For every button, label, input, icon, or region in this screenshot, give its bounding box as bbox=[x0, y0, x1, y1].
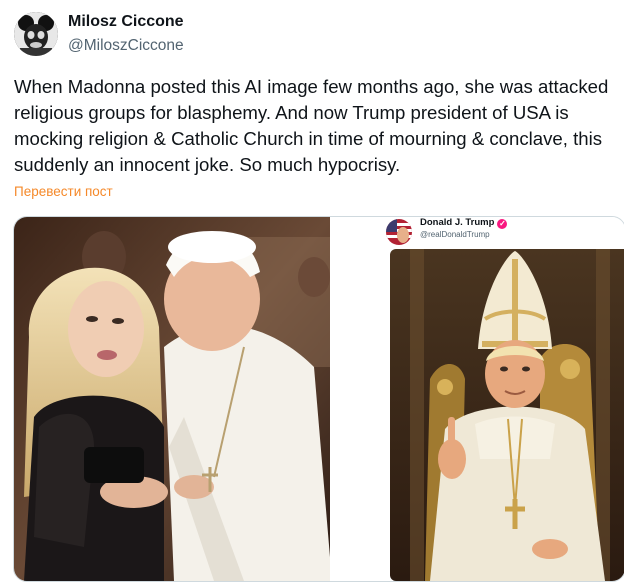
tweet: Milosz Ciccone @MiloszCiccone When Madon… bbox=[0, 0, 624, 582]
author-handle[interactable]: @MiloszCiccone bbox=[68, 36, 184, 56]
embedded-name: Donald J. Trump ✓ bbox=[420, 217, 508, 229]
embedded-handle: @realDonaldTrump bbox=[420, 230, 490, 239]
madonna-with-pope-photo bbox=[14, 217, 332, 581]
embedded-name-text: Donald J. Trump bbox=[420, 217, 495, 228]
left-photo[interactable] bbox=[14, 217, 332, 581]
verified-icon: ✓ bbox=[497, 219, 508, 229]
translate-post-link[interactable]: Перевести пост bbox=[14, 184, 113, 199]
post-text-line: When Madonna posted this AI image few mo… bbox=[14, 76, 609, 97]
media-container: Donald J. Trump ✓ @realDonaldTrump bbox=[13, 216, 624, 582]
post-text-line: religious groups for blasphemy. And now … bbox=[14, 102, 569, 123]
post-text-line: mocking religion & Catholic Church in ti… bbox=[14, 128, 603, 149]
author-info: Milosz Ciccone @MiloszCiccone bbox=[68, 12, 184, 56]
mickey-skull-avatar-icon bbox=[14, 12, 58, 56]
author-avatar[interactable] bbox=[14, 12, 58, 56]
right-photo[interactable]: Donald J. Trump ✓ @realDonaldTrump bbox=[332, 217, 624, 581]
trump-as-pope-photo bbox=[390, 249, 624, 581]
embedded-avatar bbox=[386, 219, 412, 245]
post-text: When Madonna posted this AI image few mo… bbox=[14, 74, 624, 178]
post-text-line: suddenly an innocent joke. So much hypoc… bbox=[14, 154, 401, 175]
flag-avatar-icon bbox=[386, 219, 412, 245]
author-name[interactable]: Milosz Ciccone bbox=[68, 12, 184, 32]
